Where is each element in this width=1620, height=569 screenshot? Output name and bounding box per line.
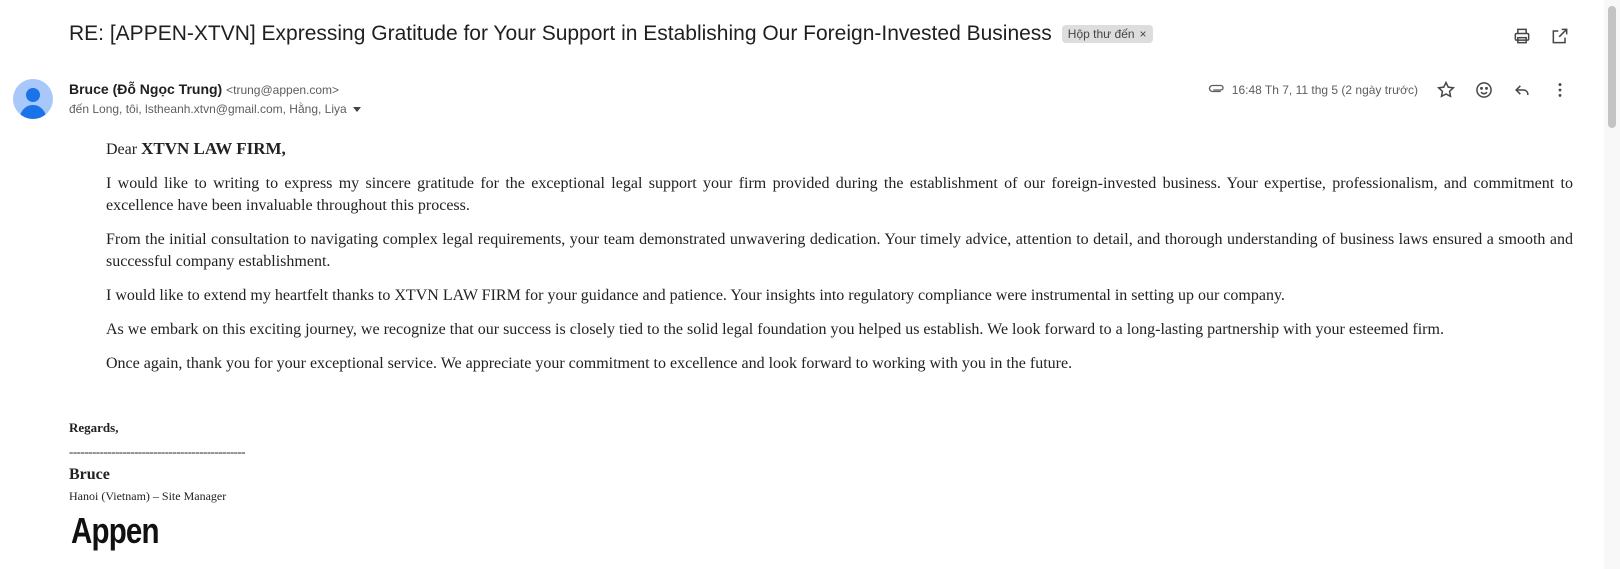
body-paragraph: Once again, thank you for your exception… [106,355,1073,372]
subject-row: RE: [APPEN-XTVN] Expressing Gratitude fo… [69,22,1153,46]
inbox-label-chip[interactable]: Hộp thư đến × [1061,25,1153,43]
email-subject: RE: [APPEN-XTVN] Expressing Gratitude fo… [69,22,1052,45]
signature: Regards, -------------------------------… [69,420,246,504]
inbox-label-text: Hộp thư đến [1067,27,1135,41]
body-paragraph: I would like to extend my heartfelt than… [106,287,1285,304]
greeting-prefix: Dear [106,141,142,158]
more-vertical-icon[interactable] [1550,80,1570,100]
emoji-icon[interactable] [1474,80,1494,100]
top-actions [1512,26,1570,46]
email-body: Dear XTVN LAW FIRM, I would like to writ… [106,138,1573,387]
signature-name: Bruce [69,466,110,483]
greeting: Dear XTVN LAW FIRM, [106,138,1573,161]
star-icon[interactable] [1436,80,1456,100]
sender-email: <trung@appen.com> [226,83,340,97]
open-in-new-window-icon[interactable] [1550,26,1570,46]
show-details-chevron-icon[interactable] [352,106,361,112]
avatar[interactable] [13,79,53,119]
greeting-name: XTVN LAW FIRM, [141,139,286,158]
print-icon[interactable] [1512,26,1532,46]
scrollbar-thumb[interactable] [1608,6,1616,128]
signature-regards: Regards, [69,420,119,435]
sender-name[interactable]: Bruce (Đỗ Ngọc Trung) [69,81,222,97]
remove-label-button[interactable]: × [1140,27,1147,41]
timestamp-text: 16:48 Th 7, 11 thg 5 (2 ngày trước) [1231,83,1418,97]
message-meta: 16:48 Th 7, 11 thg 5 (2 ngày trước) [1208,80,1570,100]
body-paragraph: I would like to writing to express my si… [106,175,1573,214]
recipients-text: đến Long, tôi, lstheanh.xtvn@gmail.com, … [69,102,347,116]
signature-title: Hanoi (Vietnam) – Site Manager [69,489,227,503]
scrollbar[interactable] [1604,0,1620,569]
sender-line: Bruce (Đỗ Ngọc Trung) <trung@appen.com> [69,81,339,97]
appen-logo: Appen [71,510,160,551]
reply-icon[interactable] [1512,80,1532,100]
attachment-icon [1208,84,1224,93]
body-paragraph: As we embark on this exciting journey, w… [106,321,1444,338]
signature-rule: ----------------------------------------… [69,444,246,459]
body-paragraph: From the initial consultation to navigat… [106,231,1573,270]
timestamp: 16:48 Th 7, 11 thg 5 (2 ngày trước) [1208,81,1418,99]
recipients-line: đến Long, tôi, lstheanh.xtvn@gmail.com, … [69,102,361,116]
